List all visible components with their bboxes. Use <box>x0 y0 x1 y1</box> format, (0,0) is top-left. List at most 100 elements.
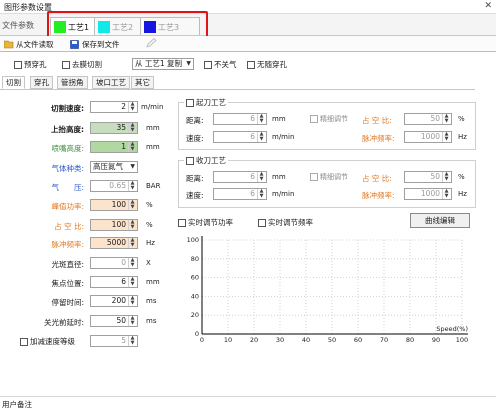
save-disk-icon <box>70 39 80 49</box>
spin-arrows-icon[interactable]: ▲ ▼ <box>442 172 450 182</box>
spin-arrows-icon[interactable]: ▲ ▼ <box>128 102 136 112</box>
accel-level-checkbox[interactable] <box>20 337 28 346</box>
spin-arrows-icon[interactable]: ▲ ▼ <box>442 132 450 142</box>
duty-ratio-field[interactable]: 100 ▲ ▼ <box>90 219 138 231</box>
accel-level-option[interactable]: 加减速度等级 <box>20 336 75 347</box>
no-lead-pierce-label: 无随穿孔 <box>257 60 287 69</box>
spot-diameter-unit: X <box>146 259 151 267</box>
gas-off-option[interactable]: 不关气 <box>204 59 237 70</box>
cut-speed-field[interactable]: 2 ▲ ▼ <box>90 101 138 113</box>
start-speed-field[interactable]: 6 ▲ ▼ <box>213 131 267 143</box>
spin-arrows-icon[interactable]: ▲ ▼ <box>128 142 136 152</box>
close-icon[interactable]: ✕ <box>484 1 492 11</box>
gas-pressure-field[interactable]: 0.65 ▲ ▼ <box>90 180 138 192</box>
end-fine-adjust-checkbox[interactable] <box>310 173 318 181</box>
end-distance-unit: mm <box>272 173 286 181</box>
start-process-toggle[interactable]: 起刀工艺 <box>184 97 228 108</box>
gas-type-select[interactable]: 高压氮气 ▼ <box>90 161 138 173</box>
load-from-file-button[interactable]: 从文件读取 <box>3 38 54 50</box>
focus-position-unit: mm <box>146 278 160 286</box>
realtime-power-checkbox[interactable] <box>178 218 186 227</box>
spin-arrows-icon[interactable]: ▲ ▼ <box>128 181 136 191</box>
film-cut-option[interactable]: 去膜切割 <box>62 59 102 70</box>
user-notes-label: 用户备注 <box>2 400 32 408</box>
pre-pierce-option[interactable]: 预穿孔 <box>14 59 47 70</box>
tab-bevel[interactable]: 坡口工艺 <box>92 76 130 89</box>
start-fine-adjust-option[interactable]: 精细调节 <box>310 114 348 124</box>
chart-x-tick-label: 0 <box>200 336 204 344</box>
stop-delay-row: 停留时间: <box>0 295 84 308</box>
end-speed-field[interactable]: 6 ▲ ▼ <box>213 188 267 200</box>
spin-arrows-icon[interactable]: ▲ ▼ <box>128 258 136 268</box>
gas-off-checkbox[interactable] <box>204 60 212 69</box>
chart-x-axis-label: Speed(%) <box>436 325 468 333</box>
realtime-freq-option[interactable]: 实时调节频率 <box>258 217 313 228</box>
end-process-title: 收刀工艺 <box>196 156 226 165</box>
no-lead-pierce-option[interactable]: 无随穿孔 <box>247 59 287 70</box>
pulse-freq-value: 5000 <box>106 238 126 247</box>
tab-other[interactable]: 其它 <box>131 76 154 89</box>
spin-arrows-icon[interactable]: ▲ ▼ <box>257 132 265 142</box>
accel-level-field[interactable]: 5 ▲ ▼ <box>90 335 138 347</box>
realtime-freq-checkbox[interactable] <box>258 218 266 227</box>
start-distance-label: 距离: <box>186 116 204 125</box>
spin-arrows-icon[interactable]: ▲ ▼ <box>442 189 450 199</box>
spin-arrows-icon[interactable]: ▲ ▼ <box>442 114 450 124</box>
tab-piercing[interactable]: 穿孔 <box>30 76 53 89</box>
tab-cutting[interactable]: 切割 <box>2 76 25 89</box>
end-fine-adjust-option[interactable]: 精细调节 <box>310 172 348 182</box>
start-freq-field[interactable]: 1000 ▲ ▼ <box>404 131 452 143</box>
start-distance-field[interactable]: 6 ▲ ▼ <box>213 113 267 125</box>
save-to-file-label: 保存到文件 <box>82 39 120 49</box>
spin-arrows-icon[interactable]: ▲ ▼ <box>257 172 265 182</box>
film-cut-checkbox[interactable] <box>62 60 70 69</box>
realtime-power-label: 实时调节功率 <box>188 218 233 227</box>
spin-arrows-icon[interactable]: ▲ ▼ <box>128 336 136 346</box>
spin-arrows-icon[interactable]: ▲ ▼ <box>128 123 136 133</box>
spot-diameter-value: 0 <box>121 258 126 267</box>
end-distance-field[interactable]: 6 ▲ ▼ <box>213 171 267 183</box>
spin-arrows-icon[interactable]: ▲ ▼ <box>128 316 136 326</box>
pulse-freq-field[interactable]: 5000 ▲ ▼ <box>90 237 138 249</box>
start-process-checkbox[interactable] <box>186 98 194 107</box>
lift-height-field[interactable]: 35 ▲ ▼ <box>90 122 138 134</box>
tab-file-params[interactable]: 文件参数 <box>2 20 34 31</box>
spin-arrows-icon[interactable]: ▲ ▼ <box>128 200 136 210</box>
focus-position-field[interactable]: 6 ▲ ▼ <box>90 276 138 288</box>
tab-tube-corner[interactable]: 管拐角 <box>57 76 88 89</box>
end-speed-unit: m/min <box>272 190 295 198</box>
lift-height-row: 上抬高度: <box>0 122 84 135</box>
pre-pierce-checkbox[interactable] <box>14 60 22 69</box>
copy-from-select[interactable]: 从 工艺1 复制 ▼ <box>132 58 194 70</box>
pulse-freq-row: 脉冲频率: <box>0 237 84 250</box>
save-to-file-button[interactable]: 保存到文件 <box>70 38 120 50</box>
peak-power-field[interactable]: 100 ▲ ▼ <box>90 199 138 211</box>
pre-pierce-label: 预穿孔 <box>24 60 47 69</box>
chart-x-tick-label: 20 <box>250 336 258 344</box>
lift-height-value: 35 <box>116 123 126 132</box>
spin-arrows-icon[interactable]: ▲ ▼ <box>128 238 136 248</box>
stop-delay-field[interactable]: 200 ▲ ▼ <box>90 295 138 307</box>
spin-arrows-icon[interactable]: ▲ ▼ <box>128 296 136 306</box>
laser-off-delay-field[interactable]: 50 ▲ ▼ <box>90 315 138 327</box>
start-duty-field[interactable]: 50 ▲ ▼ <box>404 113 452 125</box>
chart-y-tick-label: 100 <box>187 236 199 244</box>
pencil-icon[interactable] <box>146 38 157 50</box>
start-distance-value: 6 <box>250 114 255 123</box>
spin-arrows-icon[interactable]: ▲ ▼ <box>128 220 136 230</box>
realtime-power-option[interactable]: 实时调节功率 <box>178 217 233 228</box>
spin-arrows-icon[interactable]: ▲ ▼ <box>257 189 265 199</box>
end-duty-field[interactable]: 50 ▲ ▼ <box>404 171 452 183</box>
lift-height-unit: mm <box>146 124 160 132</box>
end-process-toggle[interactable]: 收刀工艺 <box>184 155 228 166</box>
end-freq-field[interactable]: 1000 ▲ ▼ <box>404 188 452 200</box>
nozzle-height-field[interactable]: 1 ▲ ▼ <box>90 141 138 153</box>
end-duty-value: 50 <box>430 172 440 181</box>
spin-arrows-icon[interactable]: ▲ ▼ <box>257 114 265 124</box>
spin-arrows-icon[interactable]: ▲ ▼ <box>128 277 136 287</box>
no-lead-pierce-checkbox[interactable] <box>247 60 255 69</box>
curve-edit-button[interactable]: 曲线编辑 <box>410 213 470 228</box>
spot-diameter-field[interactable]: 0 ▲ ▼ <box>90 257 138 269</box>
start-fine-adjust-checkbox[interactable] <box>310 115 318 123</box>
end-process-checkbox[interactable] <box>186 156 194 165</box>
